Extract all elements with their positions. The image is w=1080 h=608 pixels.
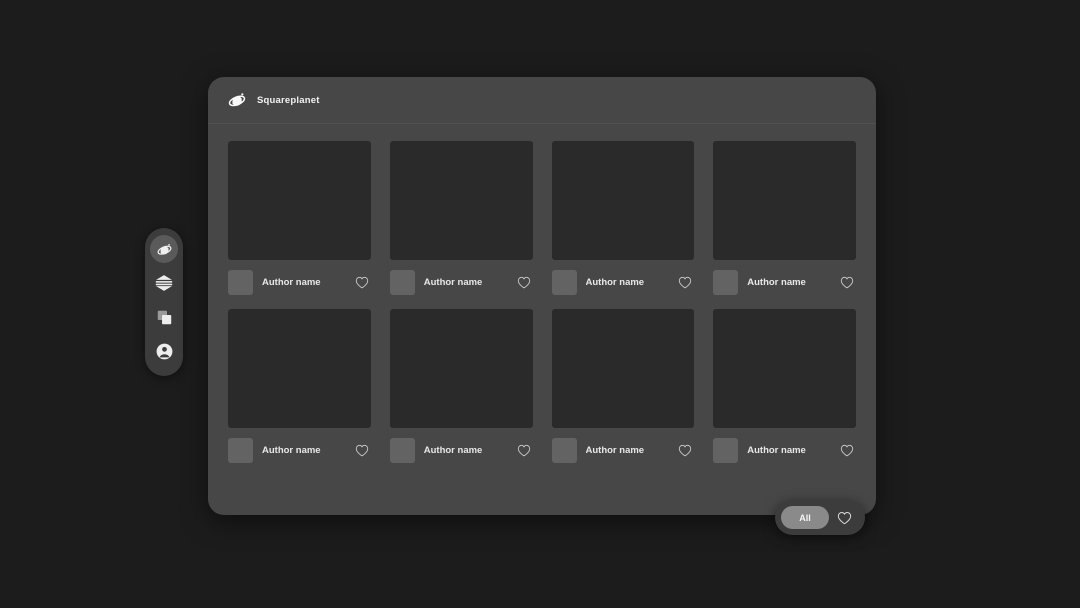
sidebar-item-windows[interactable] — [150, 303, 178, 331]
account-icon — [155, 342, 174, 361]
card-item[interactable]: Author name — [228, 309, 371, 463]
heart-outline-icon[interactable] — [355, 275, 369, 289]
avatar — [551, 269, 577, 295]
card-thumbnail[interactable] — [713, 141, 856, 260]
avatar — [389, 269, 415, 295]
card-item[interactable]: Author name — [389, 141, 533, 295]
card-author-name: Author name — [585, 276, 645, 288]
filter-toolbar: All — [775, 500, 865, 535]
card-meta: Author name — [713, 269, 856, 295]
heart-outline-icon[interactable] — [829, 506, 859, 529]
card-thumbnail[interactable] — [389, 309, 533, 428]
heart-outline-icon[interactable] — [517, 443, 531, 457]
avatar — [228, 269, 253, 295]
filter-all-button[interactable]: All — [781, 506, 829, 529]
content-panel: Squareplanet Author name Author name Aut… — [208, 77, 876, 515]
avatar — [389, 437, 415, 463]
sidebar — [145, 228, 183, 376]
card-item[interactable]: Author name — [228, 141, 371, 295]
card-author-name: Author name — [585, 444, 645, 456]
planet-logo-icon — [226, 89, 248, 111]
windows-icon — [156, 309, 173, 326]
card-item[interactable]: Author name — [551, 309, 695, 463]
heart-outline-icon[interactable] — [840, 275, 854, 289]
card-thumbnail[interactable] — [713, 309, 856, 428]
heart-outline-icon[interactable] — [355, 443, 369, 457]
panel-header: Squareplanet — [208, 77, 876, 124]
card-grid: Author name Author name Author name Auth… — [208, 124, 876, 463]
card-thumbnail[interactable] — [228, 141, 371, 260]
card-item[interactable]: Author name — [389, 309, 533, 463]
avatar — [713, 269, 739, 295]
avatar — [551, 437, 577, 463]
heart-outline-icon[interactable] — [840, 443, 854, 457]
card-thumbnail[interactable] — [389, 141, 533, 260]
sidebar-item-account[interactable] — [150, 337, 178, 365]
planet-logo-icon — [156, 241, 173, 258]
card-thumbnail[interactable] — [551, 141, 695, 260]
card-author-name: Author name — [423, 444, 483, 456]
card-item[interactable]: Author name — [551, 141, 695, 295]
heart-outline-icon[interactable] — [678, 275, 692, 289]
layers-icon — [154, 273, 174, 293]
card-thumbnail[interactable] — [551, 309, 695, 428]
avatar — [228, 437, 253, 463]
card-item[interactable]: Author name — [713, 309, 856, 463]
brand-title: Squareplanet — [257, 94, 320, 106]
card-item[interactable]: Author name — [713, 141, 856, 295]
card-thumbnail[interactable] — [228, 309, 371, 428]
card-meta: Author name — [389, 437, 533, 463]
avatar — [713, 437, 739, 463]
card-author-name: Author name — [747, 444, 806, 456]
card-meta: Author name — [228, 437, 371, 463]
card-author-name: Author name — [262, 276, 321, 288]
heart-outline-icon[interactable] — [517, 275, 531, 289]
card-meta: Author name — [551, 269, 695, 295]
card-meta: Author name — [551, 437, 695, 463]
card-author-name: Author name — [423, 276, 483, 288]
card-meta: Author name — [713, 437, 856, 463]
card-meta: Author name — [228, 269, 371, 295]
app-root: Squareplanet Author name Author name Aut… — [0, 0, 1080, 608]
sidebar-item-home[interactable] — [150, 235, 178, 263]
card-author-name: Author name — [747, 276, 806, 288]
sidebar-item-layers[interactable] — [150, 269, 178, 297]
card-author-name: Author name — [262, 444, 321, 456]
card-meta: Author name — [389, 269, 533, 295]
heart-outline-icon[interactable] — [678, 443, 692, 457]
